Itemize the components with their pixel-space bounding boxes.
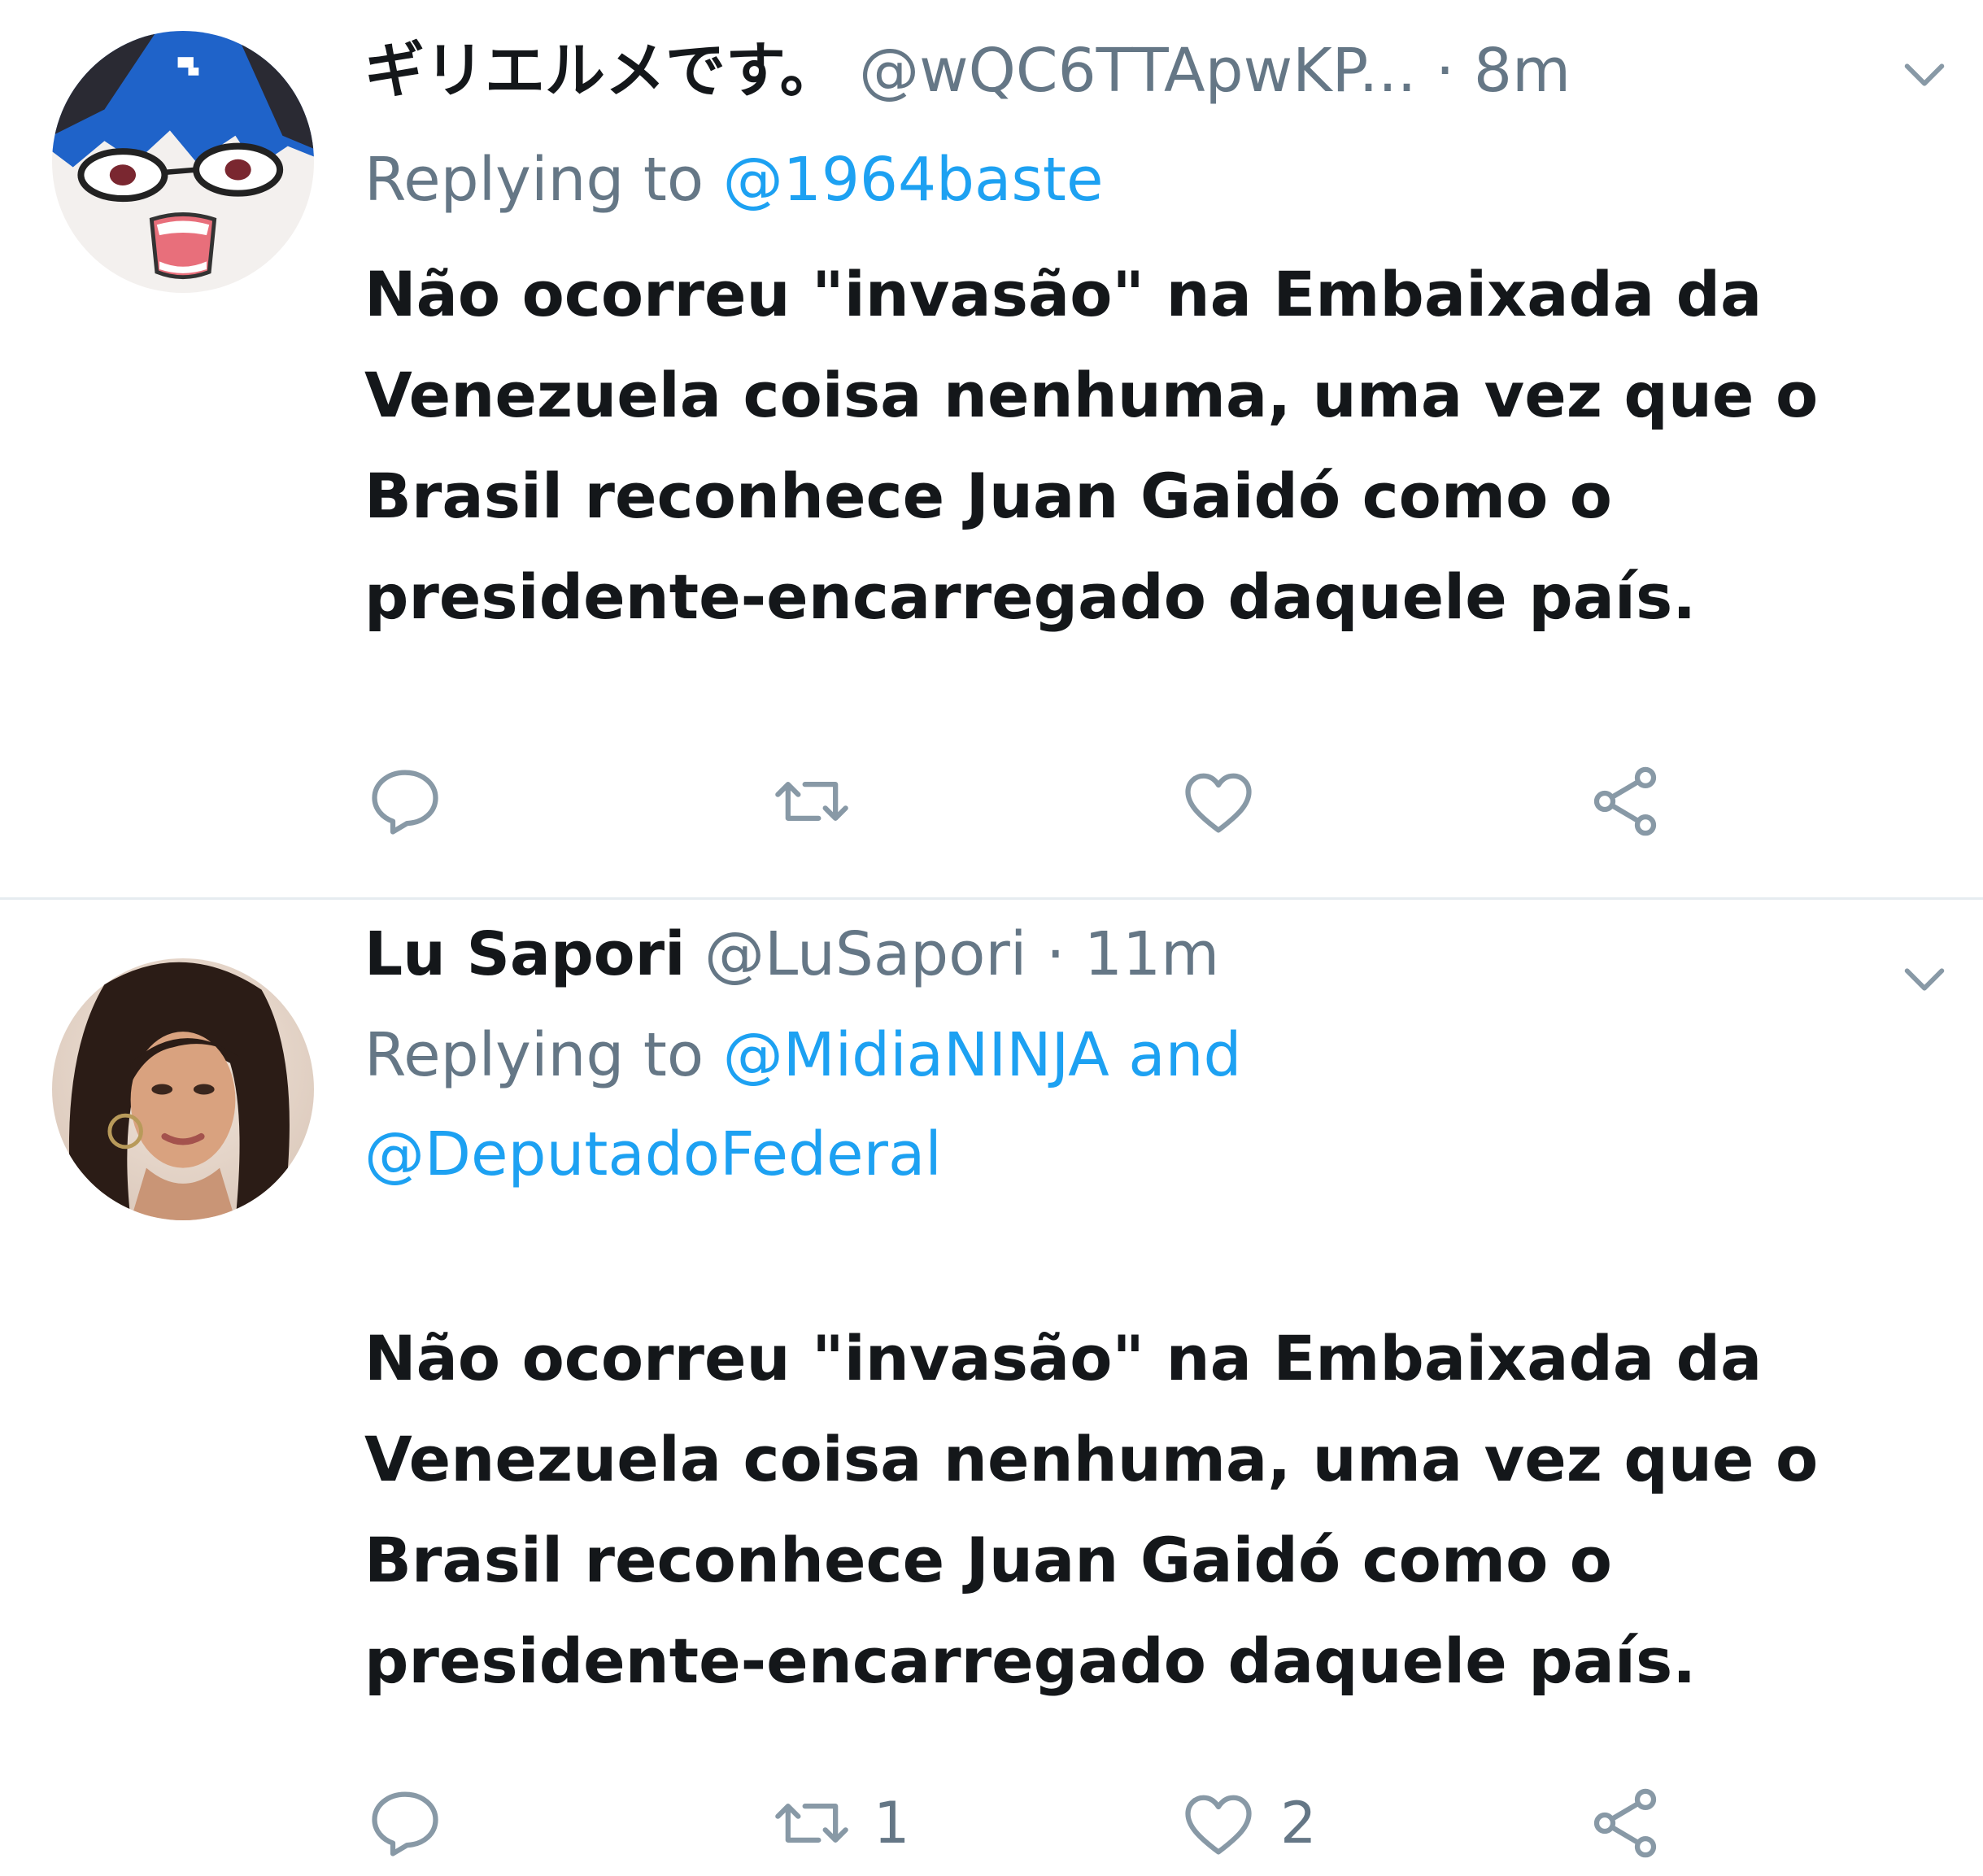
user-handle[interactable]: @LuSapori — [704, 919, 1026, 989]
tweet-header: Lu Sapori @LuSapori · 11m — [364, 918, 1885, 991]
tweet-header: ギリエルメです。 @wQC6TTApwKP... · 8m — [364, 34, 1885, 107]
replying-to-line: Replying to @MidiaNINJA and @DeputadoFed… — [364, 1006, 1934, 1204]
tweet-text-line: presidente-encarregado daquele país. — [364, 561, 1697, 633]
share-icon — [1593, 1788, 1657, 1858]
woman-portrait-image — [52, 958, 314, 1220]
tweet-text-line: Brasil reconhece Juan Gaidó como o — [364, 460, 1612, 532]
separator: · — [1045, 919, 1066, 989]
avatar[interactable] — [52, 958, 314, 1220]
tweet-text: Não ocorreu "invasão" na Embaixada da Ve… — [364, 244, 1877, 648]
timestamp[interactable]: 8m — [1474, 36, 1571, 106]
mention-link[interactable]: @MidiaNINJA — [723, 1020, 1109, 1090]
like-button[interactable] — [1178, 757, 1280, 846]
tweet-text: Não ocorreu "invasão" na Embaixada da Ve… — [364, 1308, 1877, 1712]
retweet-count: 1 — [874, 1790, 910, 1856]
retweet-icon — [775, 782, 848, 821]
action-bar: 1 2 — [364, 1778, 1747, 1868]
retweet-button[interactable]: 1 — [771, 1778, 910, 1868]
action-bar — [364, 757, 1747, 846]
like-count: 2 — [1280, 1790, 1317, 1856]
anime-avatar-image — [52, 31, 314, 293]
chevron-down-icon[interactable] — [1898, 49, 1950, 101]
reply-button[interactable] — [364, 1778, 467, 1868]
mention-link[interactable]: @DeputadoFederal — [364, 1119, 942, 1189]
retweet-button[interactable] — [771, 757, 874, 846]
user-handle[interactable]: @wQC6TTApwKP... — [859, 36, 1416, 106]
heart-icon — [1185, 773, 1252, 833]
tweet[interactable]: ギリエルメです。 @wQC6TTApwKP... · 8m Replying t… — [0, 0, 1983, 897]
tweet-text-line: Venezuela coisa nenhuma, uma vez que o — [364, 1423, 1819, 1495]
timestamp[interactable]: 11m — [1084, 919, 1219, 989]
chevron-down-icon[interactable] — [1898, 953, 1950, 1006]
tweet[interactable]: Lu Sapori @LuSapori · 11m Replying to @M… — [0, 900, 1983, 1876]
like-button[interactable]: 2 — [1178, 1778, 1317, 1868]
tweet-text-line: Não ocorreu "invasão" na Embaixada da — [364, 258, 1763, 330]
share-button[interactable] — [1584, 1778, 1666, 1868]
display-name[interactable]: Lu Sapori — [364, 919, 686, 989]
replying-joiner: and — [1128, 1020, 1242, 1090]
reply-button[interactable] — [364, 757, 467, 846]
separator: · — [1435, 36, 1455, 106]
reply-icon — [372, 1791, 438, 1856]
reply-icon — [372, 770, 438, 835]
share-icon — [1593, 766, 1657, 836]
heart-icon — [1185, 1795, 1252, 1855]
display-name[interactable]: ギリエルメです。 — [364, 36, 840, 106]
avatar[interactable] — [52, 31, 314, 293]
replying-to-line: Replying to @1964baste — [364, 130, 1934, 229]
tweet-text-line: presidente-encarregado daquele país. — [364, 1625, 1697, 1697]
replying-prefix: Replying to — [364, 145, 704, 215]
tweet-text-line: Brasil reconhece Juan Gaidó como o — [364, 1524, 1612, 1596]
tweet-text-line: Venezuela coisa nenhuma, uma vez que o — [364, 359, 1819, 431]
retweet-icon — [775, 1804, 848, 1843]
tweet-text-line: Não ocorreu "invasão" na Embaixada da — [364, 1322, 1763, 1394]
mention-link[interactable]: @1964baste — [723, 145, 1104, 215]
share-button[interactable] — [1584, 757, 1666, 846]
replying-prefix: Replying to — [364, 1020, 704, 1090]
